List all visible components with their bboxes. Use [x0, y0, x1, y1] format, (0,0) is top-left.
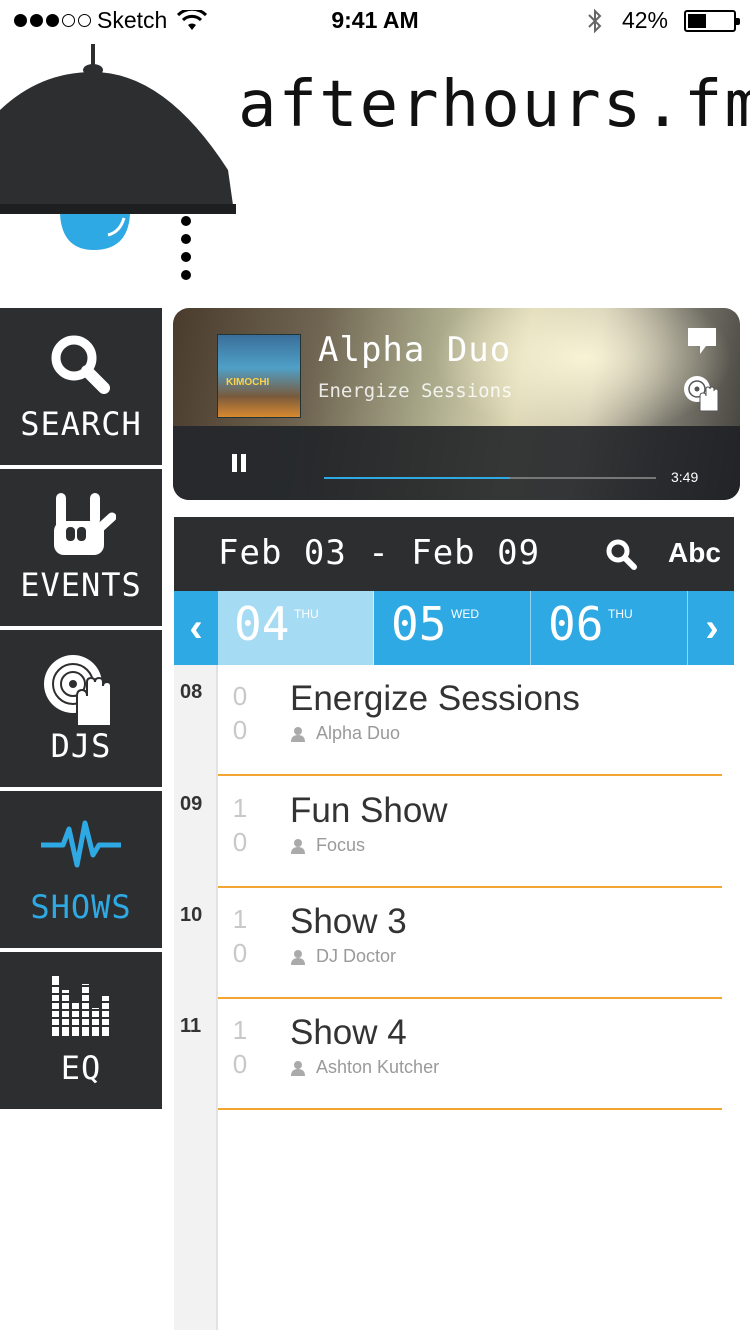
pause-icon	[232, 454, 246, 472]
show-host: Ashton Kutcher	[290, 1057, 439, 1078]
person-icon	[291, 726, 305, 742]
sidebar-item-djs[interactable]: DJS	[0, 630, 162, 787]
sidebar-item-label: DJS	[50, 727, 112, 765]
day-number: 06	[548, 597, 604, 651]
list-item[interactable]: 09 10 Fun Show Focus	[174, 777, 722, 888]
show-host: DJ Doctor	[290, 946, 396, 967]
track-time: 3:49	[671, 469, 699, 485]
progress-bar[interactable]	[324, 477, 656, 479]
search-icon[interactable]	[604, 537, 638, 571]
show-minute: 10	[232, 793, 248, 857]
day-number: 05	[391, 597, 447, 651]
show-host-name: DJ Doctor	[316, 946, 397, 966]
sidebar-item-label: EVENTS	[20, 566, 142, 604]
search-icon	[51, 335, 110, 394]
turntable-hand-icon[interactable]	[682, 374, 720, 412]
show-minute: 00	[232, 681, 248, 745]
show-title: Energize Sessions	[290, 679, 580, 718]
list-item[interactable]: 10 10 Show 3 DJ Doctor	[174, 888, 722, 999]
schedule-header: Feb 03 - Feb 09 Abc	[174, 517, 734, 591]
sidebar-item-search[interactable]: SEARCH	[0, 308, 162, 465]
day-weekday: WED	[451, 607, 479, 621]
show-minute: 10	[232, 1015, 248, 1079]
pause-button[interactable]	[173, 426, 305, 500]
date-strip: ‹ 04 THU 05 WED 06 THU ›	[174, 591, 734, 665]
battery-icon	[684, 9, 740, 32]
now-playing-show: Energize Sessions	[318, 380, 513, 402]
row-divider	[218, 1108, 722, 1110]
date-range: Feb 03 - Feb 09	[218, 533, 541, 573]
show-title: Fun Show	[290, 791, 448, 830]
album-art-title: KIMOCHI	[226, 377, 270, 388]
day-weekday: THU	[608, 607, 633, 621]
person-icon	[291, 949, 305, 965]
sort-alpha-button[interactable]: Abc	[668, 537, 721, 569]
now-playing-artist: Alpha Duo	[318, 330, 512, 370]
status-bar: Sketch 9:41 AM 42%	[0, 0, 750, 40]
row-divider	[218, 774, 722, 776]
list-item[interactable]: 08 00 Energize Sessions Alpha Duo	[174, 665, 722, 776]
sidebar-item-eq[interactable]: EQ	[0, 952, 162, 1109]
person-icon	[291, 1060, 305, 1076]
sidebar-item-events[interactable]: EVENTS	[0, 469, 162, 626]
rock-hand-icon	[54, 493, 116, 555]
show-hour: 10	[180, 904, 203, 926]
day-tab[interactable]: 05 WED	[375, 591, 531, 665]
show-hour: 09	[180, 793, 203, 815]
show-host-name: Ashton Kutcher	[316, 1057, 440, 1077]
sidebar-nav: SEARCH EVENTS DJS SHOWS EQ	[0, 308, 162, 1113]
day-number: 04	[234, 597, 290, 651]
chat-icon[interactable]	[686, 326, 718, 356]
person-icon	[291, 838, 305, 854]
pulse-icon	[41, 820, 121, 868]
equalizer-icon	[46, 976, 116, 1036]
sidebar-item-label: EQ	[60, 1049, 102, 1087]
lamp-icon	[0, 44, 236, 280]
sidebar-item-shows[interactable]: SHOWS	[0, 791, 162, 948]
show-minute: 10	[232, 904, 248, 968]
sidebar-item-label: SHOWS	[30, 888, 132, 926]
next-day-button[interactable]: ›	[690, 591, 734, 665]
show-title: Show 4	[290, 1013, 407, 1052]
show-host: Alpha Duo	[290, 723, 400, 744]
brand-title: afterhours.fm	[238, 68, 750, 142]
show-host: Focus	[290, 835, 365, 856]
turntable-hand-icon	[44, 655, 112, 727]
show-host-name: Alpha Duo	[316, 723, 401, 743]
status-right: 42%	[586, 7, 740, 34]
bluetooth-icon	[588, 8, 602, 33]
list-item[interactable]: 11 10 Show 4 Ashton Kutcher	[174, 999, 722, 1110]
show-host-name: Focus	[316, 835, 366, 855]
now-playing-card[interactable]: KIMOCHI Alpha Duo Energize Sessions 3:49	[173, 308, 740, 500]
album-art: KIMOCHI	[217, 334, 301, 418]
sidebar-item-label: SEARCH	[20, 405, 142, 443]
show-hour: 08	[180, 681, 203, 703]
battery-percent: 42%	[621, 7, 668, 33]
show-hour: 11	[180, 1015, 202, 1037]
player-controls: 3:49	[173, 426, 740, 500]
prev-day-button[interactable]: ‹	[174, 591, 218, 665]
day-tab[interactable]: 04 THU	[218, 591, 374, 665]
day-weekday: THU	[294, 607, 319, 621]
show-title: Show 3	[290, 902, 407, 941]
day-tab[interactable]: 06 THU	[532, 591, 688, 665]
